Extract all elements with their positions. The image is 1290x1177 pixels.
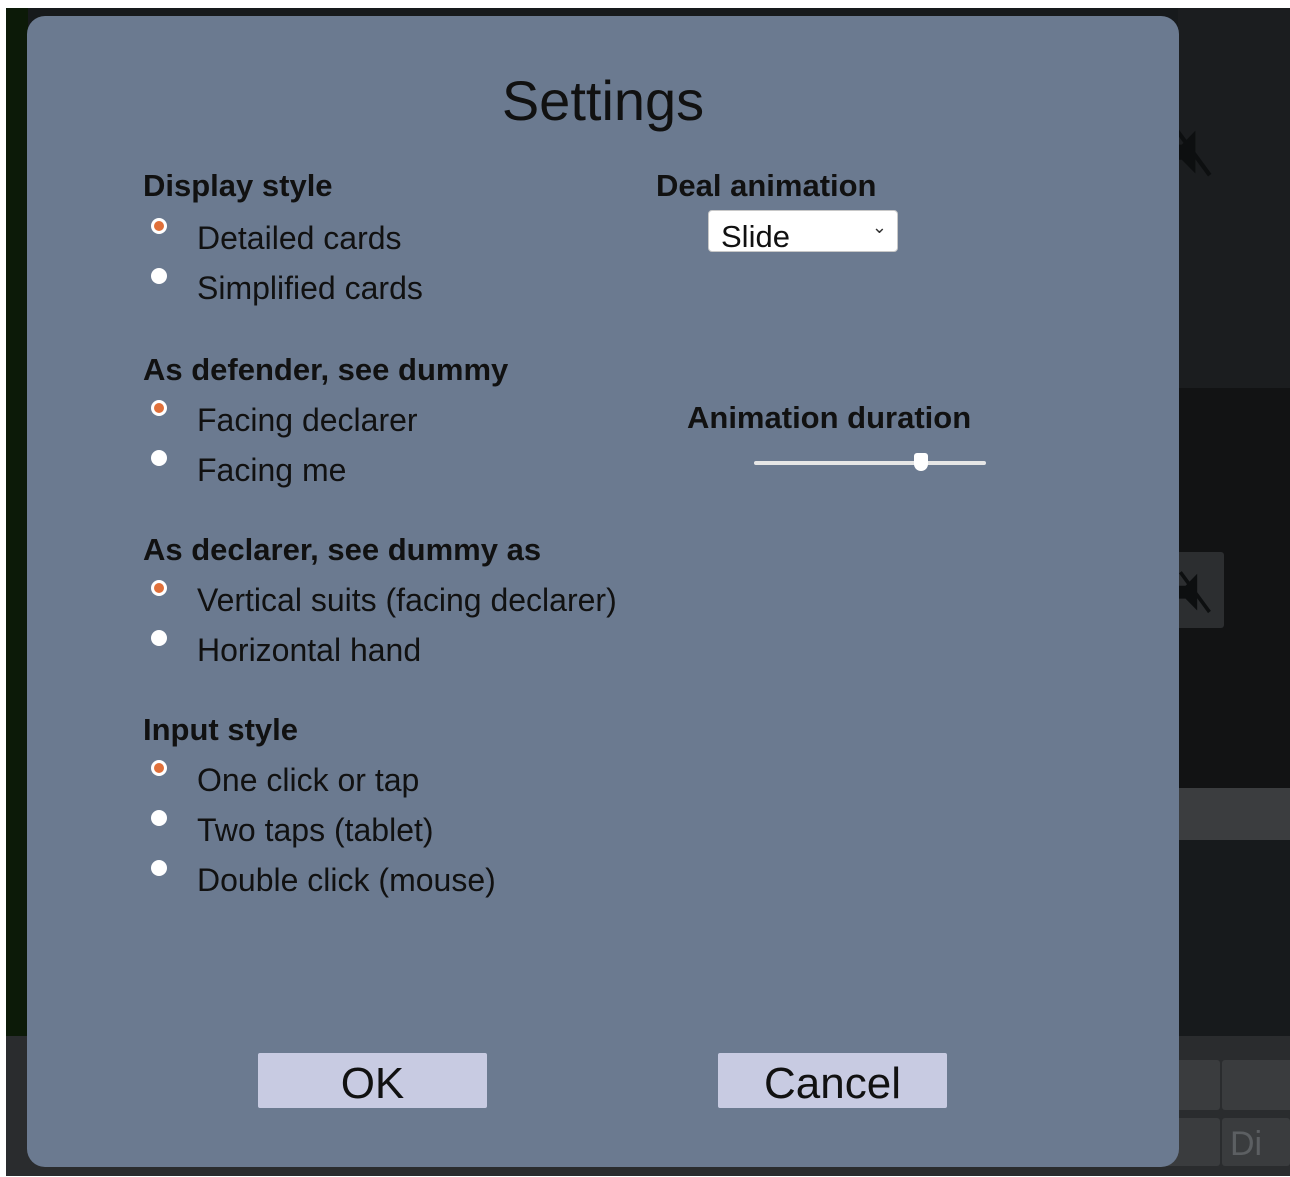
radio-label: Vertical suits (facing declarer) <box>197 582 617 618</box>
radio-option-facing-me[interactable]: Facing me <box>143 450 508 502</box>
display-style-group: Display style Detailed cards Simplified … <box>143 168 423 320</box>
radio-label: Simplified cards <box>197 270 423 306</box>
slider-thumb[interactable] <box>914 453 929 471</box>
radio-label: Double click (mouse) <box>197 862 496 898</box>
radio-button-checked[interactable] <box>151 400 167 416</box>
input-style-group: Input style One click or tap Two taps (t… <box>143 712 496 912</box>
cancel-button[interactable]: Cancel <box>718 1053 947 1108</box>
background-button-partial: Di <box>1222 1118 1290 1166</box>
radio-option-two-taps[interactable]: Two taps (tablet) <box>143 810 434 862</box>
radio-button-checked[interactable] <box>151 760 167 776</box>
background-bar <box>1178 788 1290 840</box>
deal-animation-label: Deal animation <box>656 168 877 203</box>
background-side-panel <box>1178 8 1290 388</box>
radio-button-checked[interactable] <box>151 580 167 596</box>
chevron-down-icon: ⌄ <box>871 217 887 238</box>
display-style-label: Display style <box>143 168 333 203</box>
radio-button[interactable] <box>151 450 167 466</box>
defender-view-label: As defender, see dummy <box>143 352 509 387</box>
ok-button[interactable]: OK <box>258 1053 487 1108</box>
radio-button-checked[interactable] <box>151 218 167 234</box>
slider-track[interactable] <box>754 461 986 465</box>
defender-view-group: As defender, see dummy Facing declarer F… <box>143 352 508 502</box>
radio-option-vertical-suits[interactable]: Vertical suits (facing declarer) <box>143 580 617 632</box>
radio-label: One click or tap <box>197 762 420 798</box>
radio-label: Detailed cards <box>197 220 402 256</box>
input-style-label: Input style <box>143 712 299 747</box>
background-table-edge <box>6 8 28 1038</box>
radio-button[interactable] <box>151 630 167 646</box>
radio-button[interactable] <box>151 268 167 284</box>
declarer-view-group: As declarer, see dummy as Vertical suits… <box>143 532 617 682</box>
radio-option-facing-declarer[interactable]: Facing declarer <box>143 400 508 452</box>
radio-label: Facing declarer <box>197 402 418 438</box>
radio-option-detailed-cards[interactable]: Detailed cards <box>143 218 402 270</box>
radio-button[interactable] <box>151 860 167 876</box>
radio-option-horizontal-hand[interactable]: Horizontal hand <box>143 630 541 682</box>
declarer-view-label: As declarer, see dummy as <box>143 532 542 567</box>
radio-option-one-click[interactable]: One click or tap <box>143 760 419 812</box>
background-button <box>1222 1060 1290 1110</box>
dialog-title: Settings <box>501 69 705 132</box>
radio-option-simplified-cards[interactable]: Simplified cards <box>143 268 423 320</box>
radio-label: Horizontal hand <box>197 632 422 668</box>
radio-button[interactable] <box>151 810 167 826</box>
animation-duration-label: Animation duration <box>687 400 972 435</box>
deal-animation-select[interactable]: Slide ⌄ <box>708 210 898 252</box>
radio-option-double-click[interactable]: Double click (mouse) <box>143 860 496 912</box>
radio-label: Facing me <box>197 452 347 488</box>
radio-label: Two taps (tablet) <box>197 812 434 848</box>
settings-dialog: Settings Display style Detailed cards Si… <box>27 16 1179 1167</box>
deal-animation-selected-value: Slide <box>721 219 790 252</box>
animation-duration-slider[interactable] <box>754 452 986 474</box>
